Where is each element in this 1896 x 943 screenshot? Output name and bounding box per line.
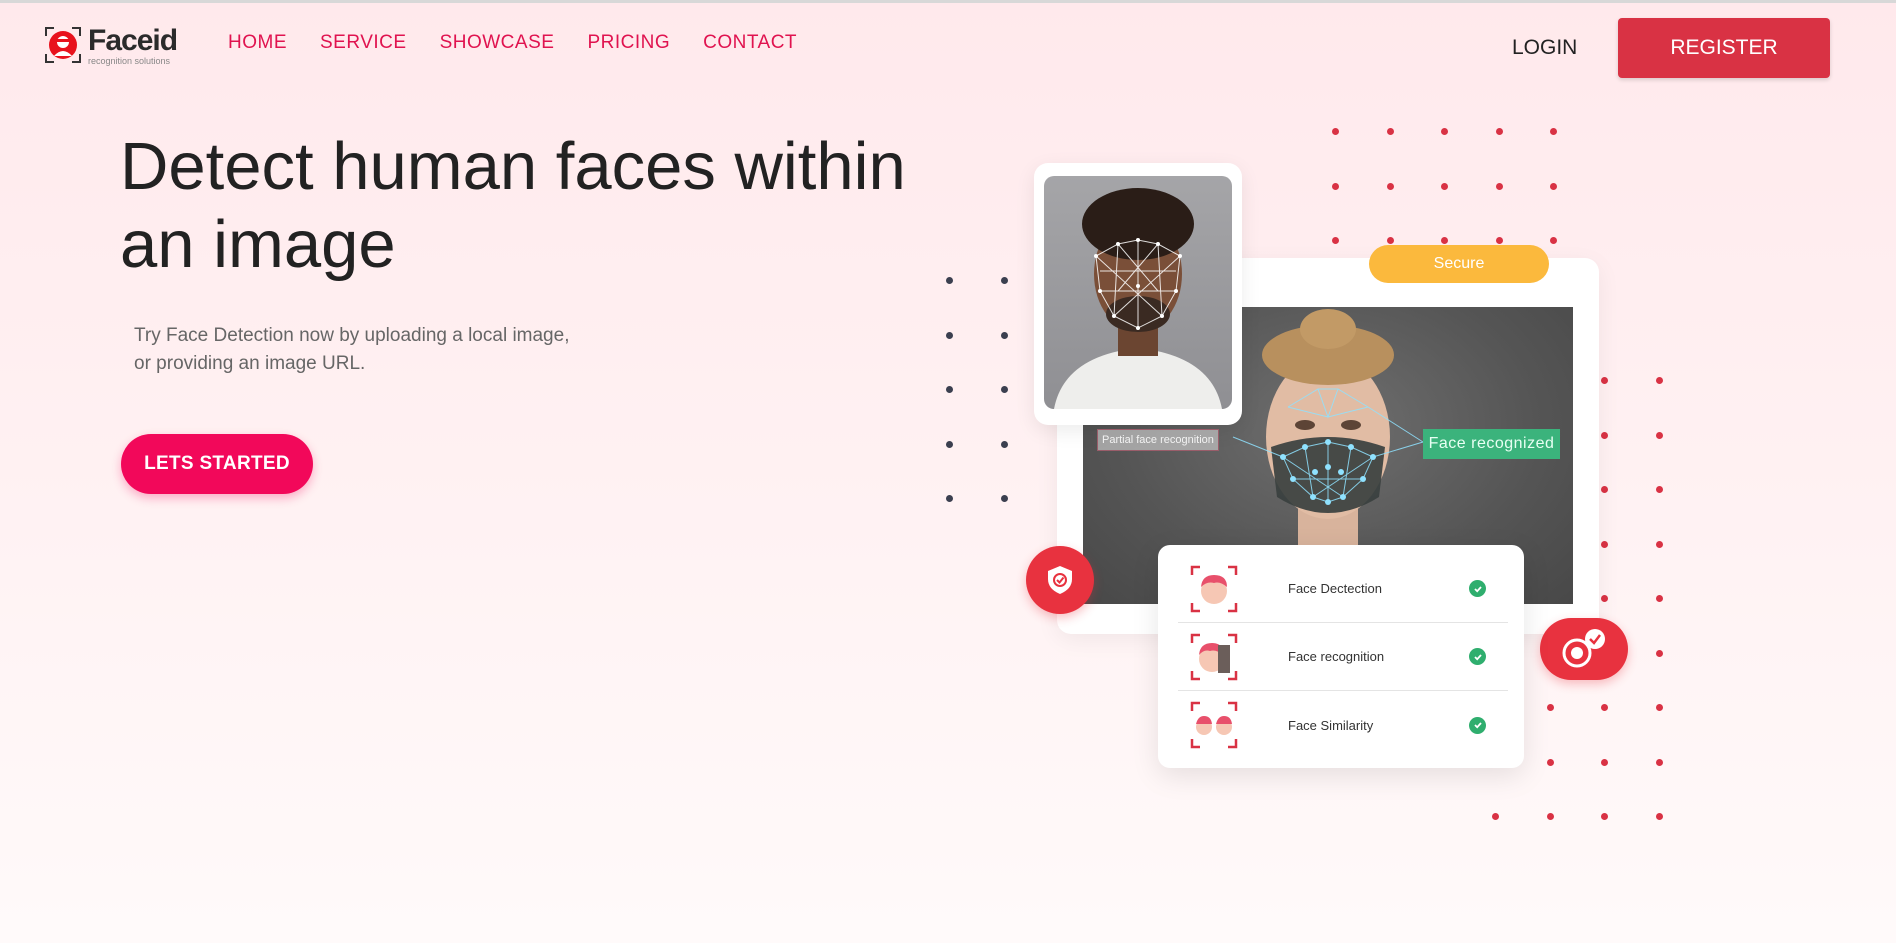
decorative-dot: [1655, 486, 1663, 493]
logo-icon: [45, 27, 81, 63]
login-link[interactable]: LOGIN: [1512, 36, 1577, 60]
check-icon: [1469, 648, 1486, 665]
face-recognition-icon: [1190, 633, 1238, 680]
feature-row-recognition: Face recognition: [1178, 623, 1508, 691]
decorative-dot: [1601, 595, 1608, 602]
shield-check-icon: [1048, 566, 1072, 594]
face-check-icon: [1562, 629, 1605, 668]
decorative-dot: [1000, 277, 1008, 284]
decorative-dot: [1655, 704, 1663, 711]
decorative-dot: [1000, 495, 1008, 502]
decorative-dot: [1495, 237, 1503, 244]
decorative-dot: [1601, 377, 1608, 384]
hero-subtitle-line1: Try Face Detection now by uploading a lo…: [134, 325, 570, 346]
check-icon: [1469, 580, 1486, 597]
face-check-badge: [1540, 618, 1628, 680]
nav-showcase[interactable]: SHOWCASE: [440, 32, 555, 54]
decorative-dot: [1441, 182, 1448, 190]
shield-badge: [1026, 546, 1094, 614]
decorative-dot: [1550, 182, 1557, 190]
feature-label: Face Similarity: [1288, 717, 1374, 733]
decorative-dot: [1655, 540, 1663, 548]
check-icon: [1469, 716, 1486, 734]
decorative-dot: [1601, 758, 1608, 766]
decorative-dot: [1386, 237, 1394, 244]
register-button[interactable]: REGISTER: [1618, 18, 1830, 78]
decorative-dot: [1000, 440, 1008, 448]
decorative-dot: [1000, 331, 1008, 339]
decorative-dot: [946, 277, 953, 284]
decorative-dot: [1386, 128, 1394, 135]
brand-tagline: recognition solutions: [88, 56, 171, 66]
brand-name: Faceid: [88, 24, 178, 57]
decorative-dot: [1441, 237, 1448, 244]
decorative-dot: [1546, 813, 1554, 820]
hero-subtitle: Try Face Detection now by uploading a lo…: [134, 322, 654, 378]
decorative-dot: [1655, 595, 1663, 602]
top-border: [0, 0, 1896, 3]
face-detection-icon: [1190, 565, 1238, 612]
decorative-dot: [1601, 813, 1608, 820]
main-nav: HOME SERVICE SHOWCASE PRICING CONTACT: [228, 32, 797, 54]
decorative-dot: [1546, 758, 1554, 766]
decorative-dot: [1000, 386, 1008, 393]
decorative-dot: [946, 440, 953, 448]
features-card: Face Dectection Face recognition Face Si…: [1158, 545, 1524, 768]
man-face-illustration: [1054, 188, 1222, 409]
decorative-dot: [1655, 758, 1663, 766]
feature-row-detection: Face Dectection: [1178, 555, 1508, 623]
feature-row-similarity: Face Similarity: [1178, 691, 1508, 759]
feature-label: Face Dectection: [1288, 581, 1382, 596]
nav-pricing[interactable]: PRICING: [587, 32, 670, 54]
decorative-dot: [1601, 486, 1608, 493]
decorative-dot: [1655, 813, 1663, 820]
nav-service[interactable]: SERVICE: [320, 32, 407, 54]
hero-subtitle-line2: or providing an image URL.: [134, 353, 366, 374]
hero-headline-line2: an image: [120, 207, 396, 282]
decorative-dot: [1655, 431, 1663, 439]
lets-started-button[interactable]: LETS STARTED: [121, 434, 313, 494]
decorative-dot: [1332, 128, 1339, 135]
decorative-dot: [1492, 813, 1499, 820]
decorative-dot: [946, 331, 953, 339]
brand-logo[interactable]: Faceid recognition solutions: [44, 24, 178, 66]
decorative-dot: [946, 495, 953, 502]
man-photo: [1044, 176, 1232, 409]
nav-contact[interactable]: CONTACT: [703, 32, 797, 54]
decorative-dot: [1655, 649, 1663, 657]
decorative-dot: [1601, 540, 1608, 548]
decorative-dot: [1332, 182, 1339, 190]
feature-label: Face recognition: [1288, 649, 1385, 664]
secure-badge: Secure: [1369, 245, 1549, 283]
decorative-dot: [1601, 431, 1608, 439]
hero-headline-line1: Detect human faces within: [120, 129, 906, 204]
decorative-dot: [1655, 377, 1663, 384]
decorative-dot: [1550, 237, 1557, 244]
face-recognized-tag: Face recognized: [1423, 429, 1560, 459]
decorative-dot: [946, 386, 953, 393]
partial-recognition-tag: Partial face recognition: [1097, 429, 1219, 451]
nav-home[interactable]: HOME: [228, 32, 287, 54]
hero-headline: Detect human faces within an image: [120, 128, 940, 284]
face-similarity-icon: [1190, 701, 1238, 749]
decorative-dot: [1441, 128, 1448, 135]
decorative-dot: [1495, 128, 1503, 135]
decorative-dot: [1601, 704, 1608, 711]
decorative-dot: [1550, 128, 1557, 135]
decorative-dot: [1546, 704, 1554, 711]
decorative-dot: [1495, 182, 1503, 190]
decorative-dot: [1386, 182, 1394, 190]
decorative-dot: [1332, 237, 1339, 244]
